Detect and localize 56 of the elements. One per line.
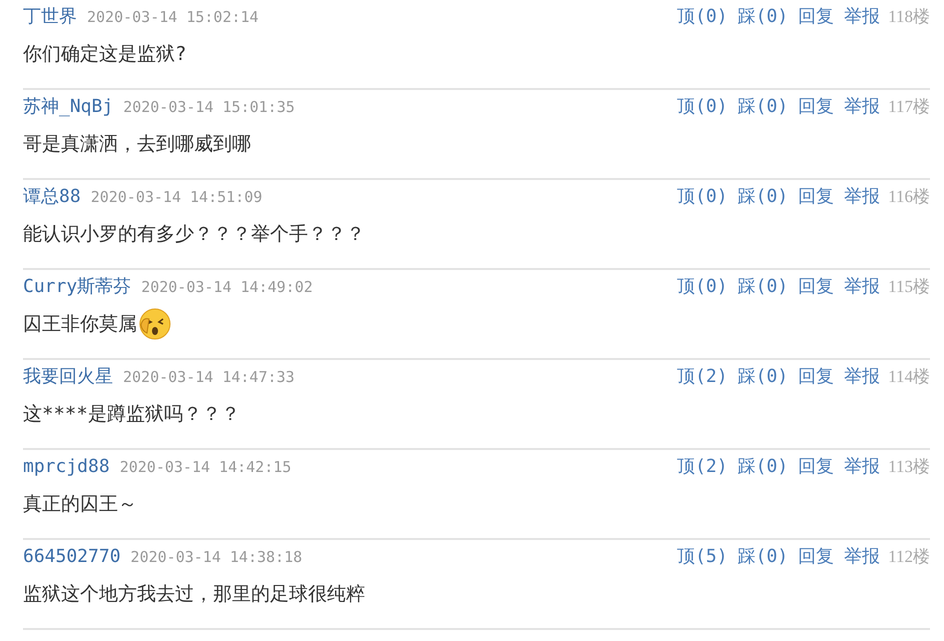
upvote-link[interactable]: 顶(5) (677, 544, 728, 568)
comment-time: 2020-03-14 14:49:02 (141, 278, 313, 296)
comment-time: 2020-03-14 14:38:18 (130, 548, 302, 566)
downvote-link[interactable]: 踩(0) (738, 274, 788, 298)
floor-number: 116楼 (888, 186, 930, 208)
reply-link[interactable]: 回复 (798, 94, 834, 118)
reply-link[interactable]: 回复 (798, 184, 834, 208)
upvote-link[interactable]: 顶(0) (677, 184, 728, 208)
comment-text: 真正的囚王～ (23, 492, 137, 517)
username-link[interactable]: Curry斯蒂芬 (23, 274, 132, 298)
upvote-link[interactable]: 顶(2) (677, 454, 728, 478)
downvote-link[interactable]: 踩(0) (738, 4, 788, 28)
upvote-link[interactable]: 顶(0) (677, 274, 728, 298)
report-link[interactable]: 举报 (844, 184, 880, 208)
report-link[interactable]: 举报 (844, 94, 880, 118)
comment-time: 2020-03-14 15:01:35 (123, 98, 295, 116)
report-link[interactable]: 举报 (844, 544, 880, 568)
username-link[interactable]: mprcjd88 (23, 456, 110, 477)
reply-link[interactable]: 回复 (798, 544, 834, 568)
comment-time: 2020-03-14 14:42:15 (120, 458, 292, 476)
username-link[interactable]: 我要回火星 (23, 364, 113, 388)
floor-number: 112楼 (888, 546, 930, 568)
downvote-link[interactable]: 踩(0) (738, 94, 788, 118)
report-link[interactable]: 举报 (844, 4, 880, 28)
username-link[interactable]: 苏神_NqBj (23, 94, 114, 118)
downvote-link[interactable]: 踩(0) (738, 544, 788, 568)
username-link[interactable]: 664502770 (23, 546, 121, 567)
comment-time: 2020-03-14 15:02:14 (87, 8, 259, 26)
floor-number: 114楼 (888, 366, 930, 388)
comment-text: 这****是蹲监狱吗？？？ (23, 402, 240, 427)
downvote-link[interactable]: 踩(0) (738, 454, 788, 478)
comment-text: 囚王非你莫属 (23, 312, 137, 337)
upvote-link[interactable]: 顶(0) (677, 94, 728, 118)
upvote-link[interactable]: 顶(2) (677, 364, 728, 388)
comment-text: 哥是真潇洒，去到哪威到哪 (23, 132, 251, 157)
report-link[interactable]: 举报 (844, 274, 880, 298)
reply-link[interactable]: 回复 (798, 364, 834, 388)
reply-link[interactable]: 回复 (798, 4, 834, 28)
floor-number: 113楼 (888, 456, 930, 478)
downvote-link[interactable]: 踩(0) (738, 364, 788, 388)
comment-time: 2020-03-14 14:51:09 (90, 188, 262, 206)
report-link[interactable]: 举报 (844, 364, 880, 388)
upvote-link[interactable]: 顶(0) (677, 4, 728, 28)
comment-text: 能认识小罗的有多少？？？举个手？？？ (23, 222, 365, 247)
username-link[interactable]: 丁世界 (23, 4, 77, 28)
comment-text: 监狱这个地方我去过，那里的足球很纯粹 (23, 582, 365, 607)
username-link[interactable]: 谭总88 (23, 184, 81, 208)
comment-time: 2020-03-14 14:47:33 (123, 368, 295, 386)
downvote-link[interactable]: 踩(0) (738, 184, 788, 208)
reply-link[interactable]: 回复 (798, 454, 834, 478)
floor-number: 117楼 (888, 96, 930, 118)
comment-text: 你们确定这是监狱? (23, 42, 186, 67)
report-link[interactable]: 举报 (844, 454, 880, 478)
reply-link[interactable]: 回复 (798, 274, 834, 298)
floor-number: 118楼 (888, 6, 930, 28)
floor-number: 115楼 (888, 276, 930, 298)
